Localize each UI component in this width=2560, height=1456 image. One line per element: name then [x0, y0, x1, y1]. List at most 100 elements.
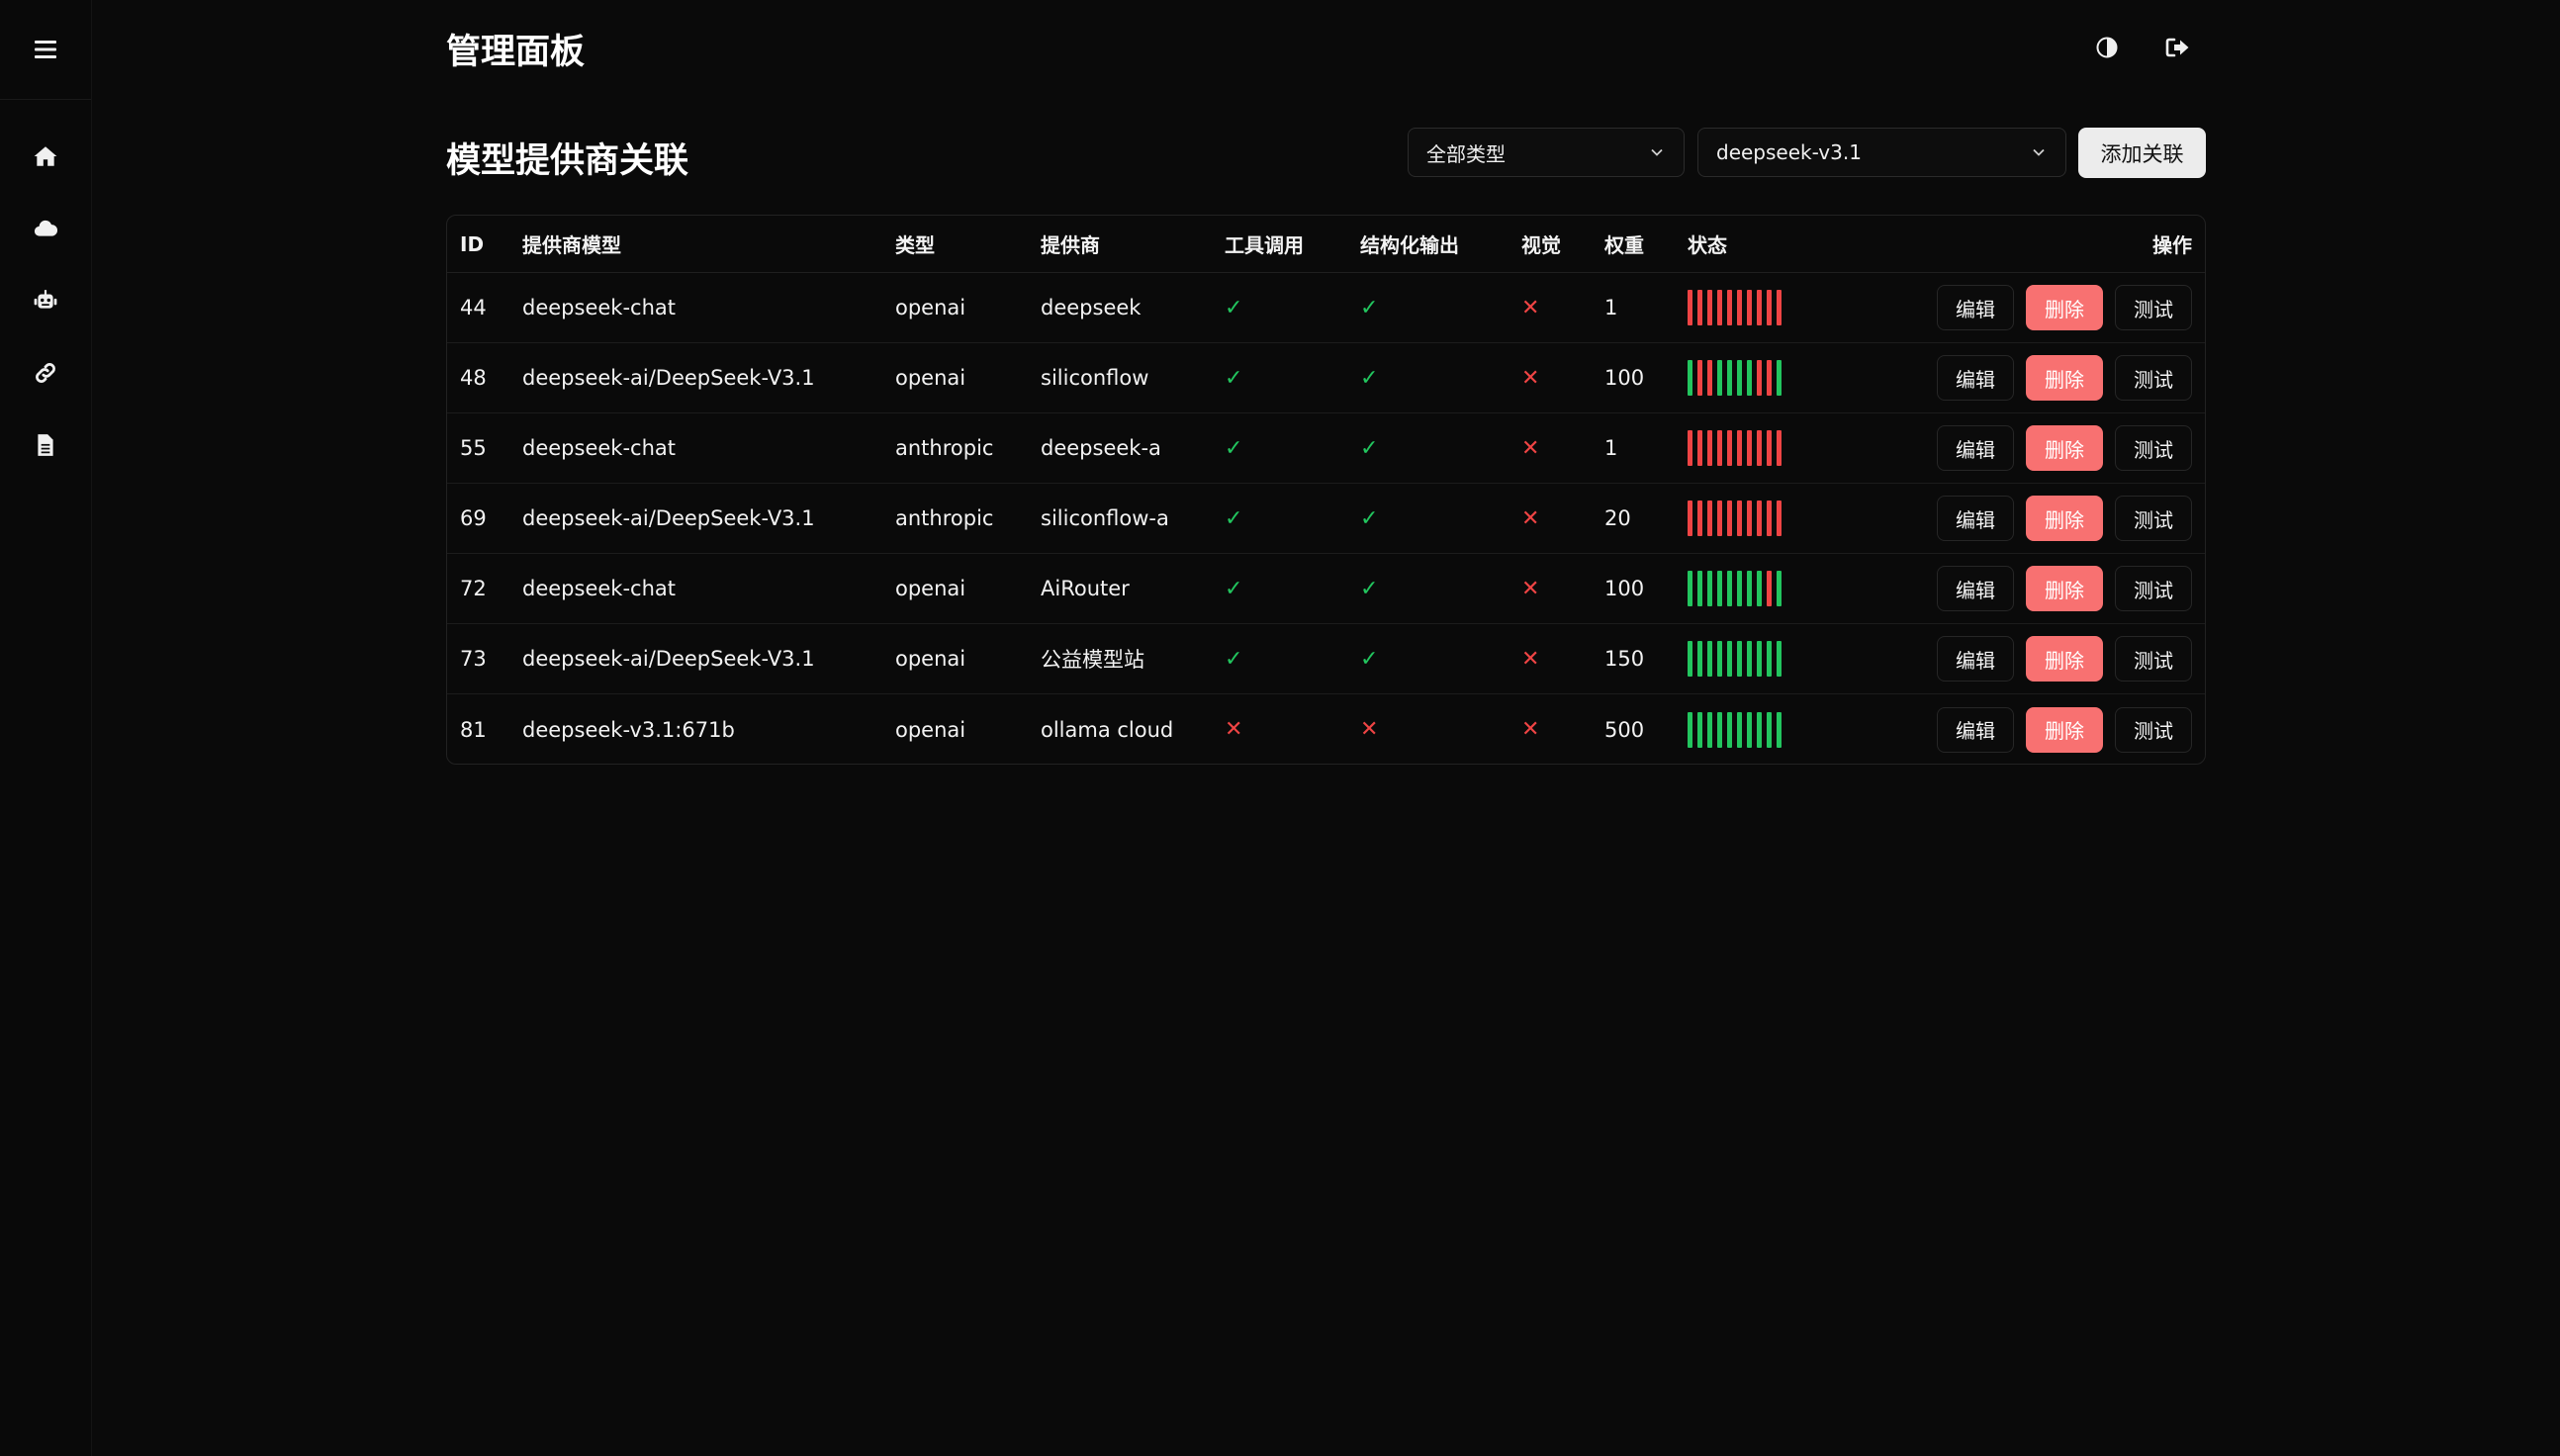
- cell-id: 48: [460, 366, 487, 390]
- status-history-bars: [1688, 290, 1782, 325]
- status-bar-failure: [1767, 360, 1772, 396]
- status-bar-failure: [1707, 430, 1712, 466]
- status-bar-failure: [1777, 290, 1782, 325]
- app-title: 管理面板: [446, 33, 586, 72]
- test-button[interactable]: 测试: [2115, 706, 2192, 753]
- edit-button[interactable]: 编辑: [1937, 496, 2014, 541]
- status-bar-success: [1777, 711, 1782, 748]
- cloud-icon: [34, 220, 58, 236]
- cell-actions: 编辑 删除 测试: [1937, 413, 2192, 483]
- cell-provider: ollama cloud: [1041, 717, 1174, 742]
- table-row: 69 deepseek-ai/DeepSeek-V3.1 anthropic s…: [447, 484, 2205, 554]
- test-button[interactable]: 测试: [2115, 496, 2192, 541]
- status-bar-failure: [1767, 571, 1772, 606]
- status-bar-success: [1737, 641, 1742, 677]
- status-bar-failure: [1697, 290, 1702, 325]
- sidebar-item-links[interactable]: [0, 336, 91, 409]
- edit-button[interactable]: 编辑: [1937, 636, 2014, 682]
- status-bar-failure: [1707, 500, 1712, 536]
- test-button[interactable]: 测试: [2115, 355, 2192, 401]
- status-bar-failure: [1697, 360, 1702, 396]
- header-status: 状态: [1688, 233, 1727, 257]
- header-weight: 权重: [1604, 233, 1644, 257]
- test-button[interactable]: 测试: [2115, 425, 2192, 471]
- test-button[interactable]: 测试: [2115, 636, 2192, 682]
- type-filter-select[interactable]: 全部类型: [1408, 128, 1685, 177]
- logout-button[interactable]: [2160, 30, 2196, 65]
- cell-vision: ✕: [1521, 646, 1540, 672]
- edit-button[interactable]: 编辑: [1937, 355, 2014, 401]
- edit-button[interactable]: 编辑: [1937, 566, 2014, 611]
- cell-type: openai: [895, 366, 966, 390]
- sidebar-item-home[interactable]: [0, 120, 91, 192]
- status-history-bars: [1688, 711, 1782, 748]
- menu-toggle-button[interactable]: [21, 25, 70, 74]
- cell-type: openai: [895, 577, 966, 600]
- header-actions: 操作: [2152, 233, 2192, 257]
- delete-button[interactable]: 删除: [2026, 706, 2103, 753]
- cell-provider: AiRouter: [1041, 577, 1130, 600]
- cell-vision: ✕: [1521, 435, 1540, 461]
- delete-button[interactable]: 删除: [2026, 636, 2103, 682]
- table-row: 81 deepseek-v3.1:671b openai ollama clou…: [447, 694, 2205, 764]
- delete-button[interactable]: 删除: [2026, 425, 2103, 471]
- status-bar-success: [1737, 360, 1742, 396]
- edit-button[interactable]: 编辑: [1937, 706, 2014, 753]
- status-bar-success: [1688, 360, 1692, 396]
- sidebar-item-docs[interactable]: [0, 409, 91, 481]
- sidebar-item-cloud[interactable]: [0, 192, 91, 264]
- cell-model: deepseek-ai/DeepSeek-V3.1: [522, 647, 815, 671]
- cell-provider: 公益模型站: [1041, 648, 1144, 672]
- status-history-bars: [1688, 641, 1782, 677]
- delete-button[interactable]: 删除: [2026, 496, 2103, 541]
- cell-provider: siliconflow: [1041, 366, 1149, 390]
- cell-model: deepseek-v3.1:671b: [522, 717, 735, 742]
- status-bar-failure: [1767, 290, 1772, 325]
- model-filter-value: deepseek-v3.1: [1716, 140, 1862, 164]
- status-bar-success: [1697, 641, 1702, 677]
- cell-tool-call: ✓: [1225, 295, 1243, 320]
- delete-button[interactable]: 删除: [2026, 355, 2103, 401]
- hamburger-icon: [35, 41, 56, 58]
- delete-button[interactable]: 删除: [2026, 566, 2103, 611]
- cell-structured-output: ✕: [1360, 717, 1379, 742]
- edit-button[interactable]: 编辑: [1937, 425, 2014, 471]
- cell-vision: ✕: [1521, 365, 1540, 391]
- cell-tool-call: ✕: [1225, 717, 1243, 742]
- type-filter-value: 全部类型: [1426, 141, 1506, 166]
- model-filter-select[interactable]: deepseek-v3.1: [1697, 128, 2066, 177]
- status-bar-failure: [1757, 500, 1762, 536]
- status-bar-failure: [1707, 290, 1712, 325]
- status-bar-failure: [1737, 500, 1742, 536]
- cell-type: anthropic: [895, 506, 994, 530]
- test-button[interactable]: 测试: [2115, 566, 2192, 611]
- cell-id: 55: [460, 436, 487, 460]
- add-association-button[interactable]: 添加关联: [2078, 128, 2206, 178]
- status-bar-failure: [1737, 430, 1742, 466]
- chevron-down-icon: [2033, 148, 2045, 156]
- cell-weight: 100: [1604, 577, 1645, 600]
- status-history-bars: [1688, 571, 1782, 606]
- cell-vision: ✕: [1521, 505, 1540, 531]
- cell-structured-output: ✓: [1360, 505, 1379, 531]
- status-bar-success: [1777, 571, 1782, 606]
- cell-id: 73: [460, 647, 487, 671]
- cell-status: [1688, 554, 1782, 623]
- cell-id: 72: [460, 577, 487, 600]
- cell-tool-call: ✓: [1225, 435, 1243, 461]
- theme-toggle-button[interactable]: [2089, 30, 2125, 65]
- status-bar-success: [1727, 571, 1732, 606]
- test-button[interactable]: 测试: [2115, 285, 2192, 330]
- status-bar-failure: [1757, 430, 1762, 466]
- sidebar-item-robot[interactable]: [0, 264, 91, 336]
- cell-weight: 20: [1604, 506, 1631, 530]
- status-bar-success: [1717, 711, 1722, 748]
- status-history-bars: [1688, 430, 1782, 466]
- edit-button[interactable]: 编辑: [1937, 285, 2014, 330]
- status-bar-failure: [1707, 360, 1712, 396]
- cell-structured-output: ✓: [1360, 295, 1379, 320]
- delete-button[interactable]: 删除: [2026, 285, 2103, 330]
- status-bar-failure: [1757, 290, 1762, 325]
- status-bar-success: [1688, 571, 1692, 606]
- status-bar-success: [1707, 571, 1712, 606]
